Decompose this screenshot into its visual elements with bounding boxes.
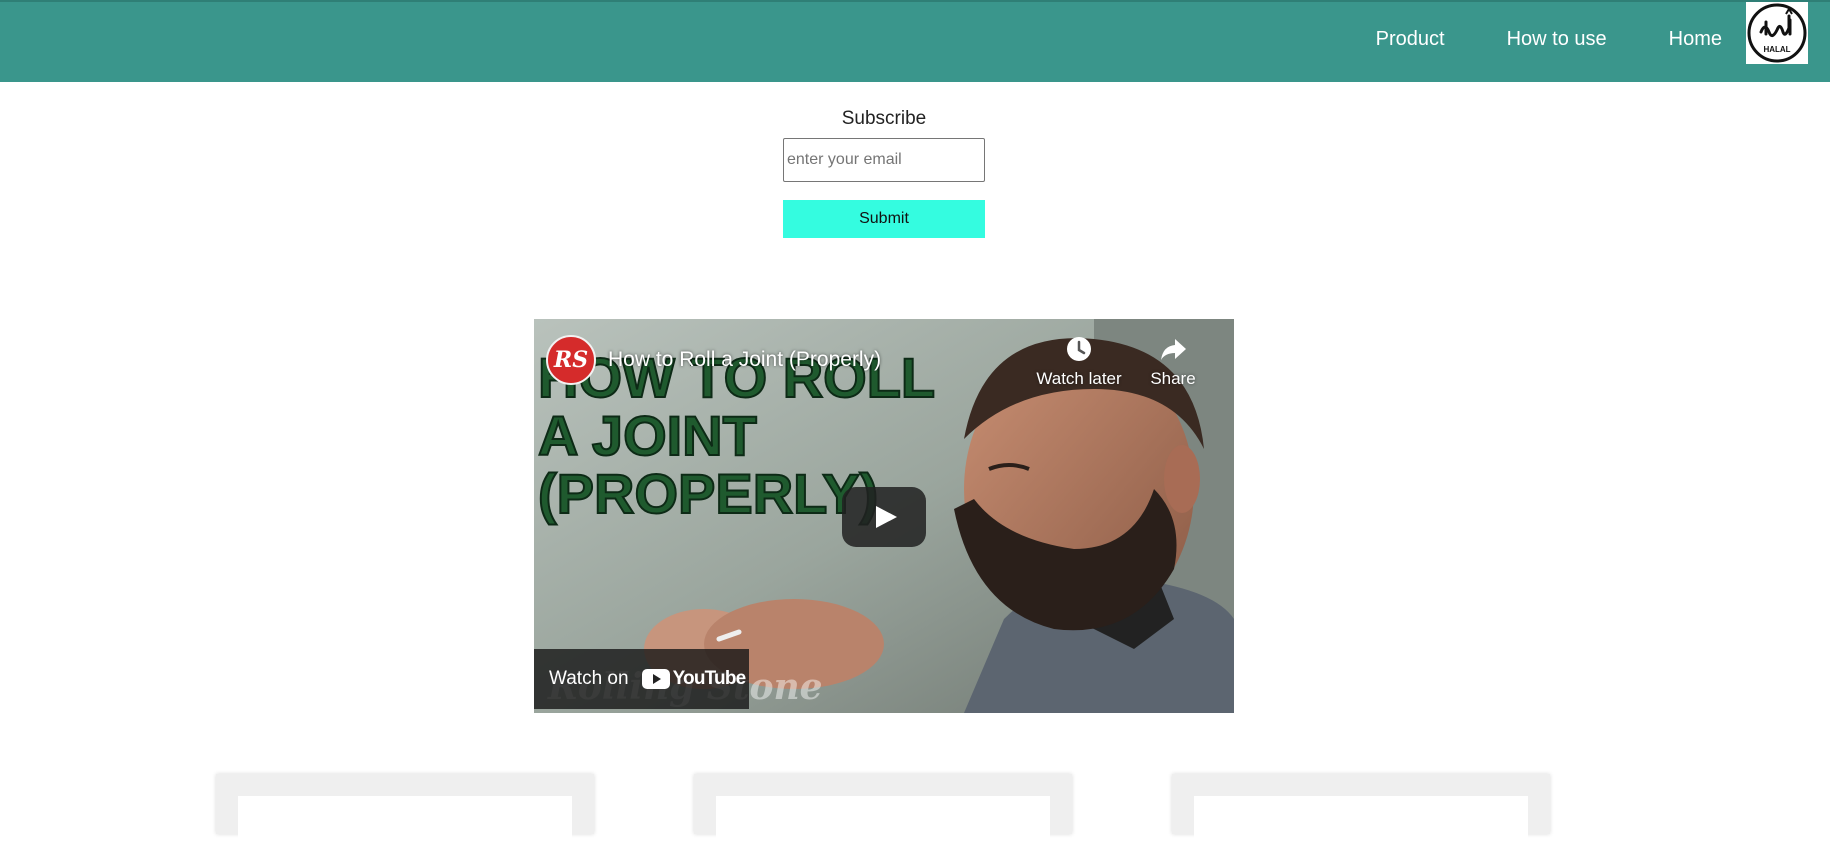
channel-avatar[interactable]: RS: [546, 335, 596, 385]
youtube-logo: YouTube: [641, 668, 747, 690]
svg-text:A JOINT: A JOINT: [538, 404, 757, 467]
clock-icon: [1067, 337, 1091, 361]
card-image-area: [1194, 796, 1528, 856]
youtube-embed[interactable]: HOW TO ROLL A JOINT (PROPERLY) Rolling S…: [534, 319, 1234, 713]
subscribe-title: Subscribe: [841, 108, 927, 129]
card-image-area: [716, 796, 1050, 856]
youtube-wordmark: YouTube: [672, 668, 747, 689]
youtube-icon: [641, 669, 670, 689]
svg-text:(PROPERLY): (PROPERLY): [538, 462, 878, 525]
halal-logo-icon: HALAL: [1747, 3, 1807, 63]
product-card-1: [216, 774, 594, 856]
nav-link-product[interactable]: Product: [1376, 28, 1445, 51]
video-title[interactable]: How to Roll a Joint (Properly): [608, 348, 881, 372]
product-card-3: [1172, 774, 1550, 856]
nav-link-how-to-use[interactable]: How to use: [1507, 28, 1607, 51]
nav-link-home[interactable]: Home: [1669, 28, 1722, 51]
watch-on-youtube-button[interactable]: Watch on YouTube: [534, 649, 749, 709]
video-header: RS How to Roll a Joint (Properly): [546, 335, 881, 385]
top-navbar: Product How to use Home HALAL: [0, 0, 1830, 82]
submit-button[interactable]: Submit: [783, 200, 985, 238]
email-input[interactable]: [783, 138, 985, 182]
play-button[interactable]: [842, 487, 926, 547]
share-icon: [1161, 339, 1186, 360]
watch-later-label: Watch later: [1036, 369, 1122, 388]
watch-on-label: Watch on: [549, 668, 629, 689]
halal-logo[interactable]: HALAL: [1746, 2, 1808, 64]
share-label: Share: [1150, 369, 1196, 388]
card-image-area: [238, 796, 572, 856]
product-card-2: [694, 774, 1072, 856]
play-icon: [876, 506, 897, 528]
subscribe-form: Subscribe Submit: [783, 108, 985, 238]
nav-links: Product How to use Home HALAL: [1376, 2, 1830, 82]
watch-later-button[interactable]: Watch later: [1031, 335, 1127, 389]
svg-text:HALAL: HALAL: [1763, 45, 1790, 54]
share-button[interactable]: Share: [1138, 335, 1208, 389]
